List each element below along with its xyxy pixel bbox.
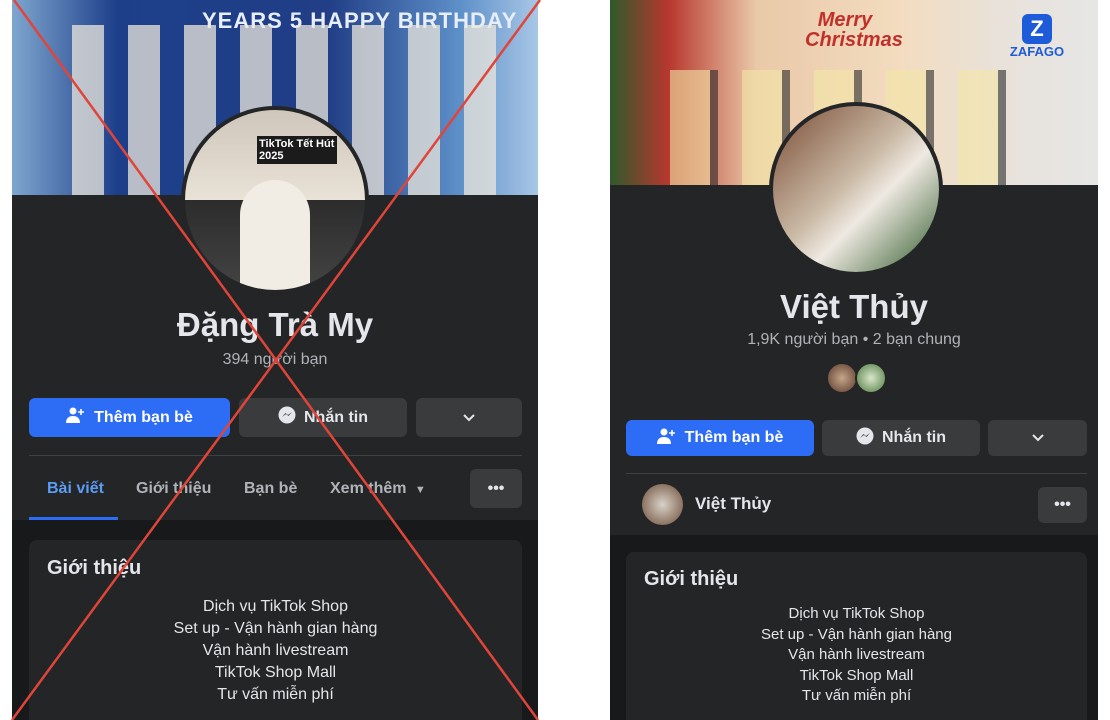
intro-title: Giới thiệu bbox=[644, 568, 739, 590]
profile-row-avatar[interactable] bbox=[642, 484, 683, 525]
add-friend-label: Thêm bạn bè bbox=[684, 429, 784, 446]
mutual-friend-avatar[interactable] bbox=[855, 362, 887, 394]
bio-line: Set up - Vận hành gian hàng bbox=[761, 625, 952, 643]
ellipsis-icon: ••• bbox=[1054, 496, 1071, 513]
brand-name: ZAFAGO bbox=[1009, 44, 1065, 59]
bio-line: Dịch vụ TikTok Shop bbox=[788, 605, 925, 622]
mutual-friend-avatar[interactable] bbox=[826, 362, 858, 394]
bio-line: Tư vấn miễn phí bbox=[801, 687, 912, 704]
add-friend-button[interactable]: Thêm bạn bè bbox=[626, 420, 814, 456]
profile-name: Việt Thủy bbox=[780, 288, 928, 325]
message-label: Nhắn tin bbox=[882, 429, 946, 446]
intro-card: Giới thiệu Dịch vụ TikTok Shop Set up - … bbox=[626, 552, 1087, 720]
red-cross-mark bbox=[10, 0, 542, 720]
profile-avatar[interactable] bbox=[769, 102, 943, 276]
divider bbox=[626, 473, 1087, 474]
more-options-dropdown[interactable] bbox=[988, 420, 1087, 456]
intro-bio: Dịch vụ TikTok Shop Set up - Vận hành gi… bbox=[626, 604, 1087, 707]
right-profile-panel: Merry Christmas Z ZAFAGO Việt Thủy 1,9K … bbox=[610, 0, 1098, 720]
bio-line: Vận hành livestream bbox=[788, 646, 925, 663]
chevron-down-icon bbox=[1031, 429, 1044, 447]
friend-count[interactable]: 1,9K người bạn • 2 bạn chung bbox=[610, 331, 1098, 349]
brand-z-icon: Z bbox=[1022, 14, 1052, 44]
cover-text: Merry Christmas bbox=[805, 9, 903, 51]
messenger-icon bbox=[856, 427, 874, 450]
brand-logo: Z ZAFAGO bbox=[1002, 14, 1072, 59]
add-person-icon bbox=[656, 428, 677, 449]
profile-row-name[interactable]: Việt Thủy bbox=[695, 494, 771, 514]
message-button[interactable]: Nhắn tin bbox=[822, 420, 980, 456]
profile-more-button[interactable]: ••• bbox=[1038, 487, 1087, 523]
bio-line: TikTok Shop Mall bbox=[799, 666, 914, 684]
